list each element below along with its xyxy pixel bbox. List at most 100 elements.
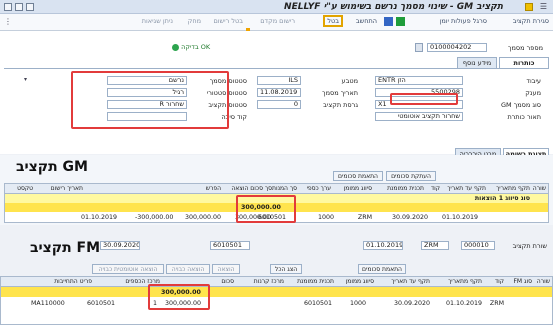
tab-content[interactable]: כותרות	[499, 57, 549, 68]
toolbar-journal-actions[interactable]: סרגל פעולות יומן	[440, 17, 487, 25]
toolbar-consider[interactable]: התחשב	[356, 17, 377, 25]
fm-from-field[interactable]: 01.10.2019	[363, 241, 403, 250]
close-window-icon[interactable]	[4, 3, 12, 11]
status-ok-icon	[172, 43, 179, 51]
gm-col: סך סכום הוצאה	[231, 185, 272, 192]
auto-expense-off-button[interactable]: הוצאה אוטומטית כבויה	[92, 264, 164, 274]
divider	[4, 68, 549, 69]
gm-col: סיווג ממומן	[343, 185, 372, 192]
toolbar-errors[interactable]: ניתן שגיאות	[142, 17, 173, 25]
fm-line-field[interactable]: 000010	[461, 241, 495, 250]
gm-amount-highlight	[236, 195, 296, 223]
fm-col: מרכז קרנות	[253, 278, 284, 285]
cell-from: 01.10.2019	[441, 214, 478, 221]
tab-info[interactable]: מידע נוסף	[457, 57, 497, 68]
process-field[interactable]: ENTR הזן	[375, 76, 463, 85]
title-bar: תקציב GM - שינוי מסמך נרשם בשימוש ע"י NE…	[0, 0, 553, 14]
cell-date: 01.10.2019	[81, 214, 118, 221]
cell-code: ZRM	[489, 300, 504, 307]
check-ok-status: בדיקה OK	[172, 43, 210, 51]
toolbar-park-post[interactable]: רישום מקדם	[260, 17, 295, 25]
gm-col: תכנית ממומנת	[387, 185, 424, 192]
toolbar-delete[interactable]: מחק	[188, 17, 201, 25]
fm-fp-field[interactable]: 6010501	[210, 241, 250, 250]
expense-off-button[interactable]: הוצאה כבויה	[166, 264, 210, 274]
fm-col: סכום	[221, 278, 234, 285]
application-toolbar: סגירת תקציב סרגל פעולות יומן התחשב בטל ר…	[0, 14, 553, 39]
check-icon[interactable]	[396, 17, 405, 26]
gm-col: תקף עד תאריך	[447, 185, 486, 192]
gm-col: ערך כספי	[306, 185, 331, 192]
cell-to: 30.09.2020	[393, 300, 430, 307]
cell-cls: 1000	[349, 300, 366, 307]
save-icon[interactable]	[384, 17, 393, 26]
gm-col: קוד	[430, 185, 440, 192]
minimize-window-icon[interactable]	[26, 3, 34, 11]
doc-number-label: מספר מסמך	[508, 44, 543, 52]
fm-total-row: 300,000.00	[1, 287, 552, 297]
gm-col: סך המנות	[272, 185, 297, 192]
cell-total: 300,000.00	[185, 214, 222, 221]
cell-fp2: 6010501	[87, 300, 116, 307]
dropdown-icon[interactable]: ▾	[24, 76, 27, 83]
fm-grid-header: שורה סוג FM קוד תקף מתאריך תקף עד תאריך …	[1, 277, 552, 287]
cell-code: ZRM	[357, 214, 372, 221]
toolbar-cancel-post[interactable]: בטל רישום	[213, 17, 243, 25]
toolbar-close-budget[interactable]: סגירת תקציב	[513, 17, 549, 25]
toolbar-cancel[interactable]: בטל	[323, 15, 343, 27]
fm-amount-highlight	[148, 284, 210, 310]
fm-col: שורה	[536, 278, 550, 285]
sap-logo-icon	[525, 3, 533, 11]
fm-line-label: שורת תקציב	[512, 242, 547, 250]
expense-button[interactable]: הוצאה	[212, 264, 240, 274]
fm-to-field[interactable]: 30.09.2020	[100, 241, 140, 250]
header-panel: מספר מסמך 0100004202 בדיקה OK כותרות מיד…	[0, 31, 553, 159]
match-amounts-button[interactable]: התאמת סכומים	[333, 171, 383, 181]
check-ok-text: בדיקה OK	[181, 43, 211, 51]
cell-cls: 1000	[317, 214, 334, 221]
status-highlight	[71, 71, 229, 129]
date-field[interactable]: 11.08.2019	[257, 88, 301, 97]
desc-field[interactable]: שחרור תקציב אוטומטי	[375, 112, 463, 121]
version-label: גרסת תקציב	[323, 101, 358, 109]
gm-col: תאריך רישום	[50, 185, 83, 192]
fm-col: תקף מתאריך	[448, 278, 482, 285]
gm-group-title: סוג סיווג 1 הוצאות	[474, 195, 530, 202]
gm-section: תקציב GM התאמת סכומים העתקת סכומים שורה …	[0, 155, 553, 225]
doc-icon[interactable]	[415, 43, 423, 52]
version-field[interactable]: 0	[257, 100, 301, 109]
cell-from: 01.10.2019	[445, 300, 482, 307]
fm-match-amounts-button[interactable]: התאמת סכומים	[358, 264, 406, 274]
fm-col: פריט התחייבות	[54, 278, 92, 285]
gm-col: טקסט	[17, 185, 33, 192]
cell-fp: 6010501	[303, 300, 332, 307]
more-icon[interactable]: ⋮	[4, 17, 12, 26]
cell-diff: -300,000.00	[135, 214, 174, 221]
menu-icon[interactable]: ☰	[540, 2, 547, 11]
gm-grid-header: שורה תקף מתאריך תקף עד תאריך קוד תכנית מ…	[5, 184, 548, 194]
fm-heading: תקציב FM	[30, 240, 101, 256]
doc-number-field[interactable]: 0100004202	[427, 43, 487, 52]
process-label: עיבוד	[526, 77, 541, 85]
maximize-window-icon[interactable]	[15, 3, 23, 11]
cell-fund: MA110000	[31, 300, 65, 307]
gm-col: שורה	[532, 185, 546, 192]
table-row[interactable]: ZRM 01.10.2019 30.09.2020 1000 6010501 3…	[1, 298, 552, 308]
budget-label: מענק	[525, 89, 541, 97]
date-label: תאריך מסמך	[322, 89, 358, 97]
currency-label: מטבע	[341, 77, 358, 85]
gm-col: הפרש	[205, 185, 221, 192]
gm-heading: תקציב GM	[16, 159, 88, 175]
fm-col: קוד	[494, 278, 504, 285]
type-label: סוג מסמך GM	[501, 101, 541, 109]
gm-col: תקף מתאריך	[496, 185, 530, 192]
cell-to: 30.09.2020	[391, 214, 428, 221]
copy-amounts-button[interactable]: העתקת סכומים	[386, 171, 436, 181]
window-title: תקציב GM - שינוי מסמך נרשם בשימוש ע"י NE…	[284, 2, 503, 12]
fm-col: סוג FM	[513, 278, 532, 285]
fm-section: תקציב FM שורת תקציב 000010 ZRM 01.10.201…	[0, 226, 553, 325]
show-all-button[interactable]: הצג הכל	[270, 264, 302, 274]
desc-label: תאור כותרת	[507, 113, 541, 121]
currency-field[interactable]: ILS	[257, 76, 301, 85]
fm-code-field[interactable]: ZRM	[421, 241, 449, 250]
